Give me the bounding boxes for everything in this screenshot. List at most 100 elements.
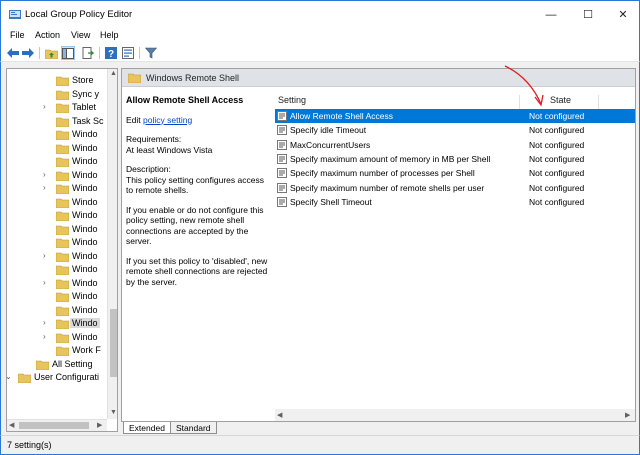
properties-button[interactable] xyxy=(121,46,135,60)
column-divider[interactable] xyxy=(598,95,599,109)
folder-icon xyxy=(56,306,69,316)
tree-horizontal-scrollbar[interactable]: ◀ ▶ xyxy=(7,419,107,431)
setting-name: Specify maximum amount of memory in MB p… xyxy=(290,153,491,164)
tree-item[interactable]: Windo xyxy=(7,142,107,155)
scroll-down-arrow-icon[interactable]: ▼ xyxy=(110,409,117,416)
menu-action[interactable]: Action xyxy=(35,30,60,40)
scroll-left-arrow-icon[interactable]: ◀ xyxy=(9,421,14,429)
main-frame: ▲ ▼ ◀ ▶ Store Sync y › Tablet Task Sc Windo Wi… xyxy=(0,62,640,435)
tree-vertical-scrollbar[interactable]: ▲ ▼ xyxy=(107,69,117,419)
setting-row[interactable]: Specify idle Timeout Not configured xyxy=(275,123,635,137)
folder-icon xyxy=(56,319,69,329)
expand-chevron-icon[interactable]: ⌄ xyxy=(7,372,12,381)
show-hide-console-tree-button[interactable] xyxy=(61,46,75,60)
setting-row[interactable]: Specify maximum amount of memory in MB p… xyxy=(275,152,635,166)
tree-item[interactable]: › Tablet xyxy=(7,101,107,114)
up-folder-icon xyxy=(44,49,58,59)
tree-item[interactable]: › Windo xyxy=(7,317,107,330)
folder-icon xyxy=(56,279,69,289)
tree-item[interactable]: › Windo xyxy=(7,182,107,195)
tree-item[interactable]: › Windo xyxy=(7,277,107,290)
tree-scroll-thumb[interactable] xyxy=(110,309,117,377)
tree-item[interactable]: Windo xyxy=(7,209,107,222)
tree-item[interactable]: Windo xyxy=(7,128,107,141)
tree-item[interactable]: ⌄ User Configurati xyxy=(7,371,107,384)
column-header-setting[interactable]: Setting xyxy=(278,95,306,109)
tree-item[interactable]: Work F xyxy=(7,344,107,357)
expand-chevron-icon[interactable]: › xyxy=(43,170,46,179)
back-button[interactable] xyxy=(6,46,20,60)
folder-icon xyxy=(56,292,69,302)
tree-item[interactable]: › Windo xyxy=(7,250,107,263)
expand-chevron-icon[interactable]: › xyxy=(43,251,46,260)
minimize-button[interactable]: — xyxy=(534,1,568,28)
tree-item-label: Windo xyxy=(72,264,98,274)
scroll-up-arrow-icon[interactable]: ▲ xyxy=(110,70,117,77)
tree-item[interactable]: › Windo xyxy=(7,331,107,344)
tree-item[interactable]: Windo xyxy=(7,155,107,168)
user-configuration-icon xyxy=(18,373,31,383)
description-label: Description: xyxy=(126,164,171,174)
back-arrow-icon xyxy=(7,48,19,58)
tree-item[interactable]: Windo xyxy=(7,263,107,276)
requirements-label: Requirements: xyxy=(126,134,182,144)
requirements-value: At least Windows Vista xyxy=(126,144,213,155)
tree-item[interactable]: Windo xyxy=(7,196,107,209)
setting-row[interactable]: Allow Remote Shell Access Not configured xyxy=(275,109,635,123)
tree-item[interactable]: All Setting xyxy=(7,358,107,371)
folder-icon xyxy=(56,171,69,181)
folder-icon xyxy=(56,76,69,86)
setting-state: Not configured xyxy=(529,153,585,164)
tree-item[interactable]: Windo xyxy=(7,223,107,236)
expand-chevron-icon[interactable]: › xyxy=(43,332,46,341)
filter-button[interactable] xyxy=(144,46,158,60)
svg-text:?: ? xyxy=(108,49,114,59)
export-list-button[interactable] xyxy=(81,46,95,60)
setting-row[interactable]: MaxConcurrentUsers Not configured xyxy=(275,138,635,152)
expand-chevron-icon[interactable]: › xyxy=(43,318,46,327)
tree-item-label: Windo xyxy=(72,237,98,247)
expand-chevron-icon[interactable]: › xyxy=(43,183,46,192)
up-one-level-button[interactable] xyxy=(44,46,58,60)
console-tree[interactable]: ▲ ▼ ◀ ▶ Store Sync y › Tablet Task Sc Windo Wi… xyxy=(6,68,118,432)
tree-item[interactable]: Task Sc xyxy=(7,115,107,128)
scroll-left-arrow-icon[interactable]: ◀ xyxy=(277,411,282,419)
view-tabs: Extended Standard xyxy=(121,422,321,435)
list-horizontal-scrollbar[interactable]: ◀ ▶ xyxy=(275,409,635,421)
maximize-button[interactable]: ☐ xyxy=(571,1,605,28)
menu-file[interactable]: File xyxy=(10,30,25,40)
tree-item[interactable]: Store xyxy=(7,74,107,87)
tab-standard[interactable]: Standard xyxy=(170,422,217,434)
setting-row[interactable]: Specify maximum number of processes per … xyxy=(275,166,635,180)
tree-item[interactable]: Windo xyxy=(7,236,107,249)
folder-icon xyxy=(56,90,69,100)
tree-item-label: Windo xyxy=(72,291,98,301)
policy-setting-icon xyxy=(277,111,287,121)
tree-item-label: Windo xyxy=(72,129,98,139)
close-button[interactable]: ✕ xyxy=(606,1,640,28)
folder-icon xyxy=(56,103,69,113)
edit-policy-setting-link[interactable]: policy setting xyxy=(143,115,192,125)
menu-help[interactable]: Help xyxy=(100,30,119,40)
scroll-right-arrow-icon[interactable]: ▶ xyxy=(97,421,102,429)
tree-item[interactable]: Windo xyxy=(7,304,107,317)
column-header-state[interactable]: State xyxy=(550,95,571,109)
tab-extended[interactable]: Extended xyxy=(123,422,171,434)
toolbar-separator xyxy=(99,47,100,59)
expand-chevron-icon[interactable]: › xyxy=(43,102,46,111)
tree-hscroll-thumb[interactable] xyxy=(19,422,89,429)
setting-name: Specify Shell Timeout xyxy=(290,196,372,207)
setting-row[interactable]: Specify maximum number of remote shells … xyxy=(275,181,635,195)
tree-item[interactable]: Windo xyxy=(7,290,107,303)
tree-item-label: Windo xyxy=(72,210,98,220)
setting-row[interactable]: Specify Shell Timeout Not configured xyxy=(275,195,635,209)
help-button[interactable]: ? xyxy=(104,46,118,60)
menu-view[interactable]: View xyxy=(71,30,90,40)
column-divider[interactable] xyxy=(519,95,520,109)
tree-item[interactable]: › Windo xyxy=(7,169,107,182)
forward-button[interactable] xyxy=(21,46,35,60)
scroll-right-arrow-icon[interactable]: ▶ xyxy=(625,411,630,419)
tree-item[interactable]: Sync y xyxy=(7,88,107,101)
tree-item-label: Windo xyxy=(72,304,98,315)
expand-chevron-icon[interactable]: › xyxy=(43,278,46,287)
